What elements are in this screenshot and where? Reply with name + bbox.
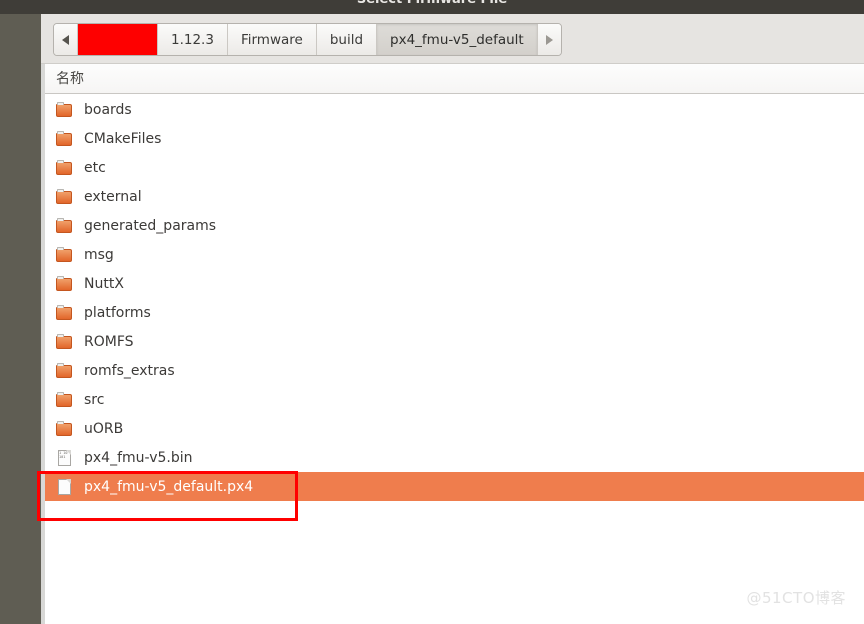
window-title: Select Firmware File xyxy=(0,0,864,8)
places-sidebar xyxy=(0,14,41,624)
file-name-label: platforms xyxy=(84,304,151,321)
file-list-row[interactable]: generated_params xyxy=(45,211,864,240)
breadcrumb-item[interactable]: 1.12.3 xyxy=(158,24,228,55)
file-name-label: CMakeFiles xyxy=(84,130,162,147)
file-icon xyxy=(56,478,74,496)
folder-icon xyxy=(56,188,74,206)
file-list-row-selected[interactable]: px4_fmu-v5_default.px4 xyxy=(45,472,864,501)
file-list-row[interactable]: ROMFS xyxy=(45,327,864,356)
file-list-row[interactable]: external xyxy=(45,182,864,211)
folder-icon xyxy=(56,275,74,293)
file-list-row[interactable]: msg xyxy=(45,240,864,269)
file-list-row[interactable]: src xyxy=(45,385,864,414)
file-chooser-window: Select Firmware File 1.12.3Firmwarebuild… xyxy=(0,0,864,624)
file-list-row[interactable]: platforms xyxy=(45,298,864,327)
file-list-row[interactable]: romfs_extras xyxy=(45,356,864,385)
column-header-name[interactable]: 名称 xyxy=(56,69,84,89)
folder-icon xyxy=(56,362,74,380)
file-list-header: 名称 xyxy=(45,64,864,94)
file-list-row[interactable]: NuttX xyxy=(45,269,864,298)
binary-file-icon: 1 10 101 xyxy=(56,449,74,467)
file-list-row[interactable]: boards xyxy=(45,95,864,124)
file-list-row[interactable]: etc xyxy=(45,153,864,182)
file-name-label: romfs_extras xyxy=(84,362,175,379)
file-list-rows: boards CMakeFiles etc external generated_par… xyxy=(45,95,864,501)
file-list-row[interactable]: 1 10 101 px4_fmu-v5.bin xyxy=(45,443,864,472)
arrow-left-icon xyxy=(62,34,69,45)
file-name-label: src xyxy=(84,391,105,408)
file-name-label: px4_fmu-v5_default.px4 xyxy=(84,478,254,495)
pathbar: 1.12.3 Firmware build px4_fmu-v5_default xyxy=(41,14,864,64)
folder-icon xyxy=(56,420,74,438)
file-name-label: px4_fmu-v5.bin xyxy=(84,449,193,466)
file-list-row[interactable]: CMakeFiles xyxy=(45,124,864,153)
file-name-label: generated_params xyxy=(84,217,217,234)
arrow-right-icon xyxy=(545,34,553,45)
file-name-label: boards xyxy=(84,101,132,118)
folder-icon xyxy=(56,159,74,177)
folder-icon xyxy=(56,217,74,235)
file-name-label: msg xyxy=(84,246,114,263)
window-titlebar: Select Firmware File xyxy=(0,0,864,14)
file-name-label: etc xyxy=(84,159,106,176)
folder-icon xyxy=(56,304,74,322)
file-list[interactable]: 名称 boards CMakeFiles etc external generated_… xyxy=(45,64,864,624)
file-name-label: uORB xyxy=(84,420,124,437)
file-name-label: NuttX xyxy=(84,275,124,292)
breadcrumb-item-redacted[interactable] xyxy=(78,24,158,55)
watermark: @51CTO博客 xyxy=(746,589,846,607)
breadcrumb-back-button[interactable] xyxy=(54,24,78,55)
folder-icon xyxy=(56,130,74,148)
breadcrumb-item[interactable]: build xyxy=(316,24,378,55)
folder-icon xyxy=(56,246,74,264)
binary-glyph: 1 10 101 xyxy=(59,450,68,459)
breadcrumb-item[interactable]: px4_fmu-v5_default xyxy=(377,24,538,55)
folder-icon xyxy=(56,333,74,351)
file-name-label: external xyxy=(84,188,142,205)
folder-icon xyxy=(56,101,74,119)
folder-icon xyxy=(56,391,74,409)
breadcrumb-item[interactable]: Firmware xyxy=(227,24,317,55)
file-list-row[interactable]: uORB xyxy=(45,414,864,443)
breadcrumb: 1.12.3 Firmware build px4_fmu-v5_default xyxy=(53,23,562,56)
file-name-label: ROMFS xyxy=(84,333,134,350)
breadcrumb-forward-button[interactable] xyxy=(537,24,561,55)
